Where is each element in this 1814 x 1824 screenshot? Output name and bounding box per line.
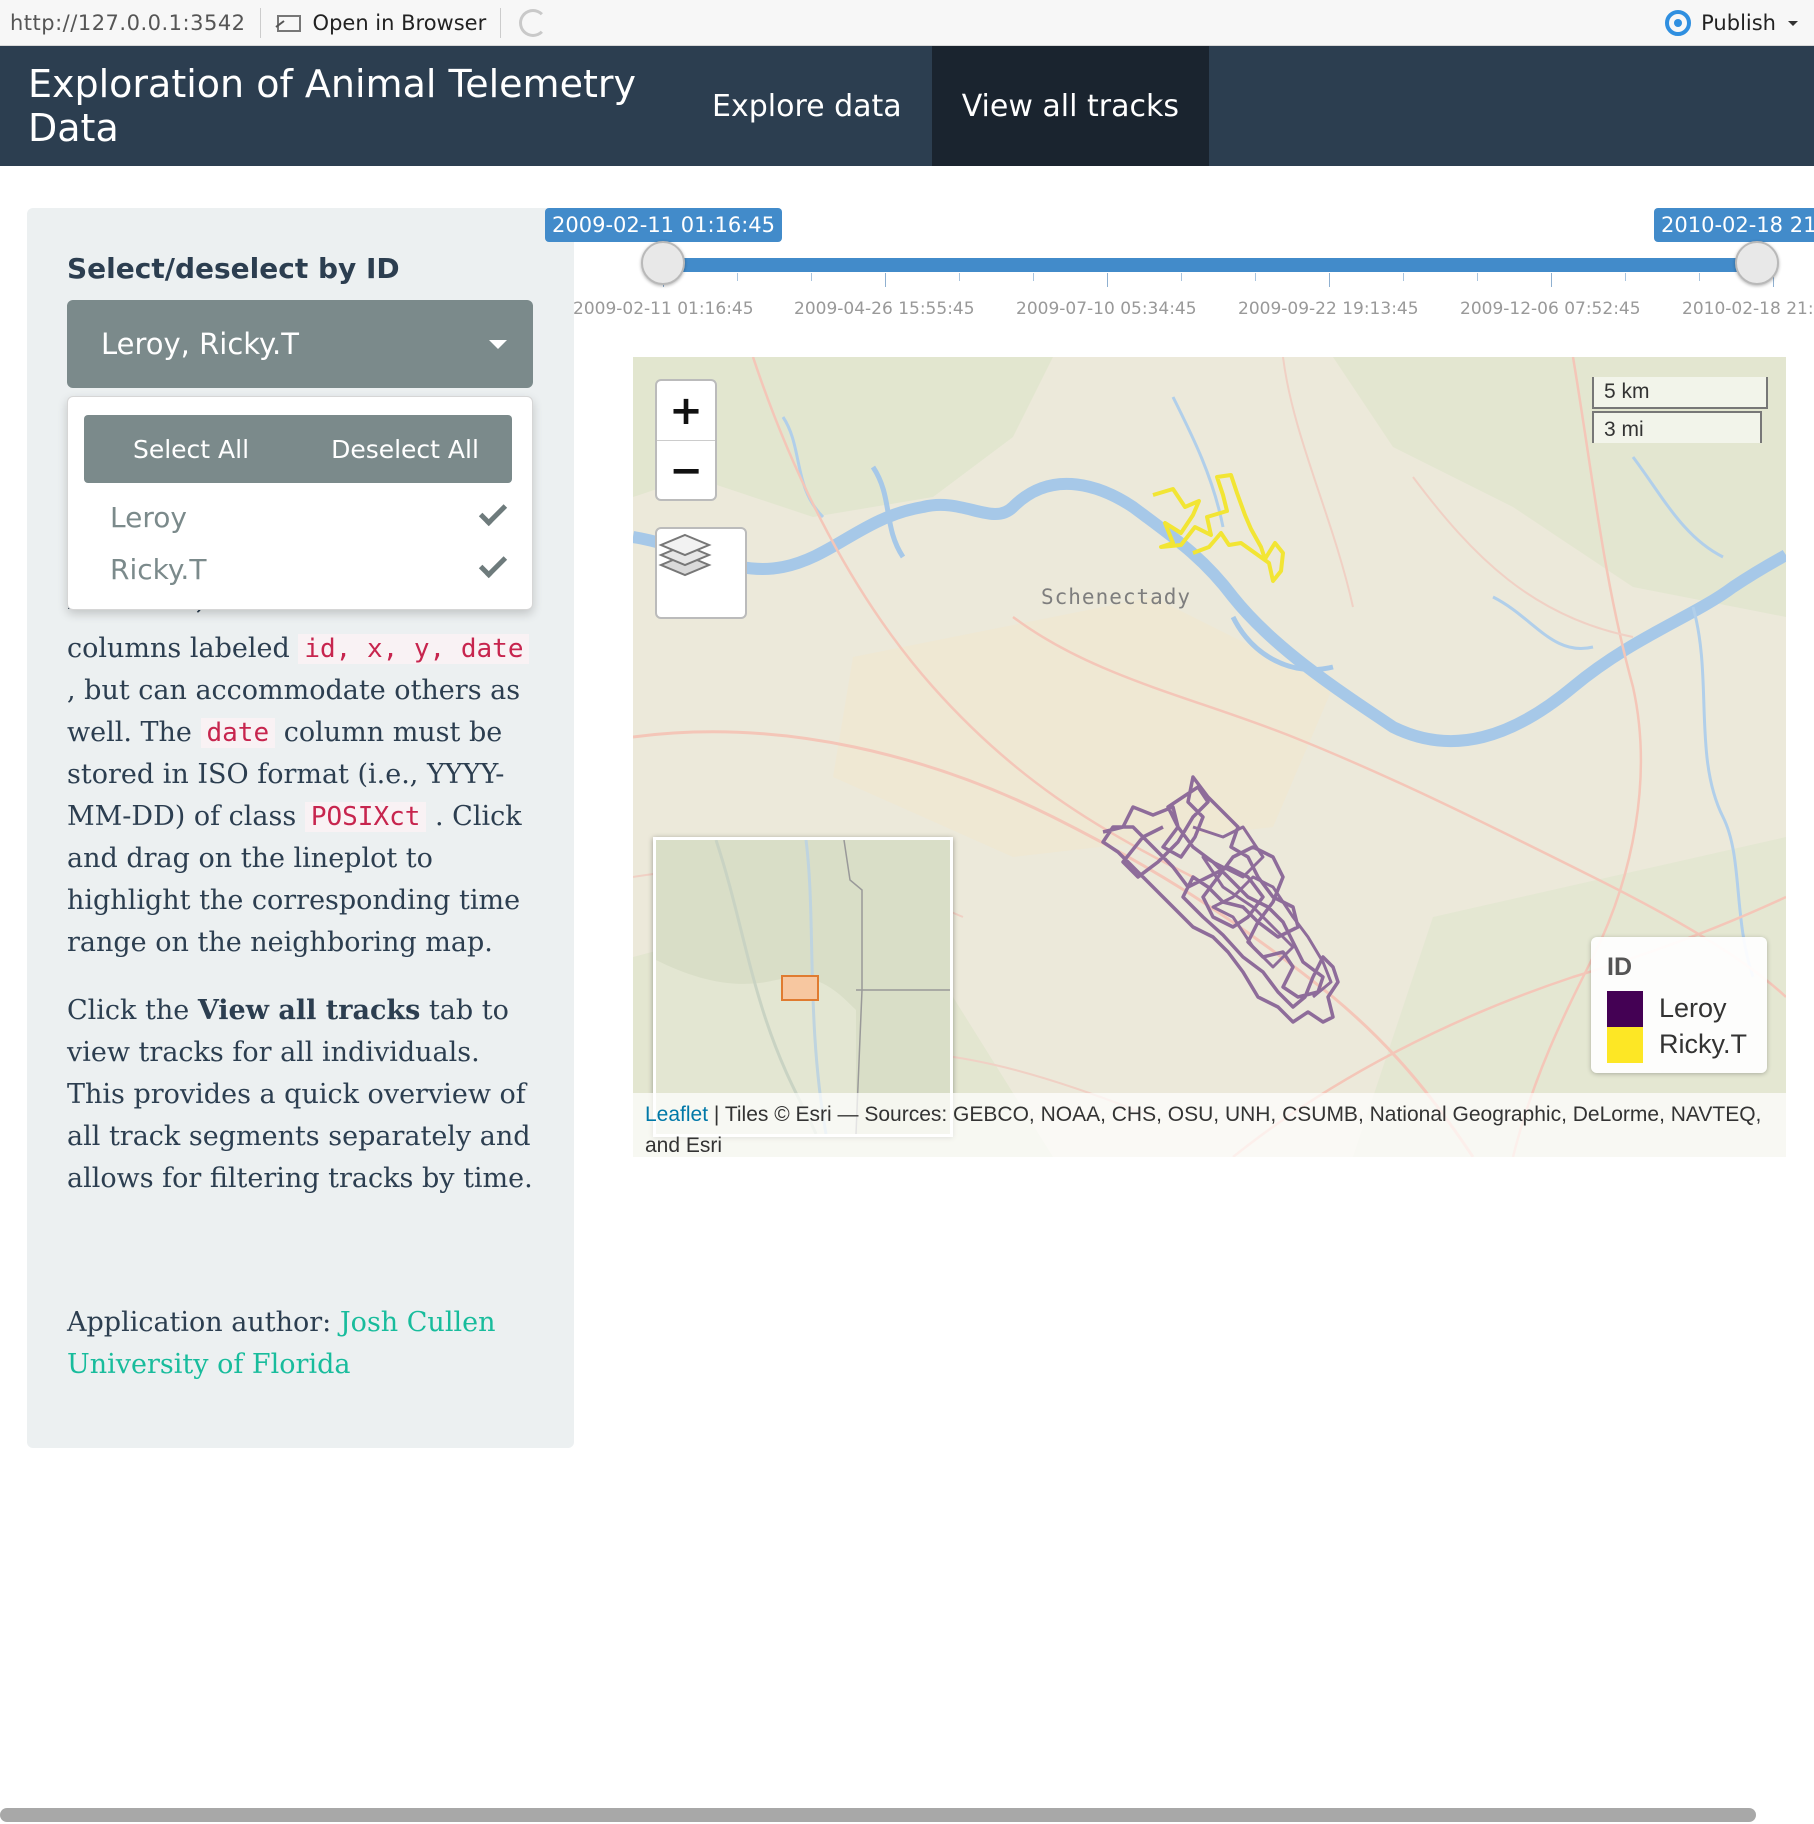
legend-label-ricky-t: Ricky.T: [1659, 1029, 1747, 1059]
select-id-label: Select/deselect by ID: [67, 252, 400, 285]
legend-swatch-ricky-t: [1607, 1027, 1643, 1063]
description-text: Click the: [67, 995, 190, 1026]
slider-major-tick: [1107, 273, 1108, 287]
option-label: Leroy: [110, 501, 187, 534]
city-label: Schenectady: [1041, 585, 1192, 609]
publish-button[interactable]: Publish: [1665, 9, 1800, 36]
slider-major-tick: [1329, 273, 1330, 287]
publish-label: Publish: [1701, 10, 1776, 35]
slider-minor-tick: [811, 273, 812, 281]
slider-major-tick: [1551, 273, 1552, 287]
slider-to-label: 2010-02-18 21:: [1654, 208, 1814, 242]
tick-label: 2009-02-11 01:16:45: [573, 299, 754, 319]
tab-view-all-tracks[interactable]: View all tracks: [931, 46, 1209, 166]
slider-major-tick: [885, 273, 886, 287]
app-title: Exploration of Animal Telemetry Data: [28, 62, 636, 150]
navbar: Exploration of Animal Telemetry Data Exp…: [0, 46, 1814, 166]
slider-from-label: 2009-02-11 01:16:45: [545, 208, 783, 242]
divider: [259, 7, 261, 38]
sidebar-panel: Select/deselect by ID Leroy, Ricky.T Sel…: [27, 208, 574, 1448]
publish-icon: [1665, 9, 1692, 36]
layers-control-button[interactable]: [655, 527, 747, 619]
minimap-tiles: [656, 840, 950, 1134]
scale-bar: 5 km 3 mi: [1592, 377, 1768, 443]
zoom-control: + −: [655, 379, 717, 501]
minimap[interactable]: [653, 837, 953, 1137]
tick-label: 2009-09-22 19:13:45: [1238, 299, 1419, 319]
open-in-browser-label: Open in Browser: [312, 10, 487, 35]
code-columns: id, x, y, date: [298, 634, 530, 664]
legend-label-leroy: Leroy: [1659, 993, 1727, 1023]
chevron-down-icon: [1788, 20, 1798, 26]
select-all-button[interactable]: Select All: [84, 415, 298, 483]
author-label: Application author:: [67, 1307, 332, 1338]
tab-explore-data[interactable]: Explore data: [682, 46, 932, 166]
select-actions: Select All Deselect All: [84, 415, 512, 483]
option-ricky-t[interactable]: Ricky.T: [68, 549, 532, 595]
author-org-link[interactable]: University of Florida: [67, 1349, 350, 1380]
slider-minor-tick: [1181, 273, 1182, 281]
scale-mi: 3 mi: [1592, 411, 1762, 443]
option-leroy[interactable]: Leroy: [68, 497, 532, 543]
slider-minor-tick: [1477, 273, 1478, 281]
legend-swatch-leroy: [1607, 991, 1643, 1027]
id-picker[interactable]: Leroy, Ricky.T: [67, 300, 533, 388]
open-window-icon: [274, 14, 301, 32]
tiles-attribution: | Tiles © Esri — Sources: GEBCO, NOAA, C…: [645, 1103, 1762, 1157]
layers-icon: [658, 533, 712, 577]
check-icon: [478, 497, 508, 527]
slider-track[interactable]: [655, 258, 1765, 272]
caret-down-icon: [489, 340, 507, 349]
check-icon: [478, 549, 508, 579]
divider: [500, 7, 502, 38]
slider-handle-to[interactable]: [1735, 241, 1779, 285]
slider-minor-tick: [737, 273, 738, 281]
refresh-icon[interactable]: [519, 8, 548, 37]
slider-minor-tick: [1699, 273, 1700, 281]
slider-minor-tick: [959, 273, 960, 281]
tick-label: 2009-04-26 15:55:45: [794, 299, 975, 319]
view-all-tracks-mention: View all tracks: [197, 995, 421, 1026]
description-paragraph-1: columns labeled id, x, y, date , but can…: [67, 628, 537, 964]
code-date: date: [200, 718, 276, 748]
picker-value: Leroy, Ricky.T: [101, 327, 299, 361]
tick-label: 2009-12-06 07:52:45: [1460, 299, 1641, 319]
scale-km: 5 km: [1592, 377, 1768, 409]
map-attribution: Leaflet | Tiles © Esri — Sources: GEBCO,…: [633, 1093, 1786, 1157]
deselect-all-button[interactable]: Deselect All: [298, 415, 512, 483]
slider-minor-tick: [1255, 273, 1256, 281]
leaflet-link[interactable]: Leaflet: [645, 1103, 708, 1126]
date-range-slider: 2009-02-11 01:16:45 2010-02-18 21: 2009-…: [545, 205, 1814, 325]
tick-label: 2010-02-18 21:2: [1682, 299, 1814, 319]
author-name-link[interactable]: Josh Cullen: [340, 1307, 496, 1338]
legend: ID Leroy Ricky.T: [1591, 937, 1767, 1073]
slider-handle-from[interactable]: [641, 241, 685, 285]
open-in-browser-button[interactable]: Open in Browser: [274, 10, 487, 35]
leaflet-map[interactable]: Schenectady + − 5 km 3 mi ID Leroy Ricky: [633, 357, 1786, 1157]
horizontal-scrollbar[interactable]: [0, 1808, 1756, 1822]
zoom-in-button[interactable]: +: [657, 381, 715, 441]
description-paragraph-2: Click the View all tracks tab to view tr…: [67, 990, 537, 1200]
id-dropdown-menu: Select All Deselect All Leroy Ricky.T: [67, 396, 533, 610]
slider-minor-tick: [1403, 273, 1404, 281]
tick-label: 2009-07-10 05:34:45: [1016, 299, 1197, 319]
url-text[interactable]: http://127.0.0.1:3542: [0, 11, 246, 35]
code-posixct: POSIXct: [304, 802, 427, 832]
author-line: Application author: Josh Cullen Universi…: [67, 1302, 537, 1386]
legend-title: ID: [1607, 953, 1632, 981]
slider-minor-tick: [1625, 273, 1626, 281]
browser-toolbar: http://127.0.0.1:3542 Open in Browser Pu…: [0, 0, 1814, 46]
zoom-out-button[interactable]: −: [657, 441, 715, 501]
slider-minor-tick: [1033, 273, 1034, 281]
option-label: Ricky.T: [110, 553, 207, 586]
description-text: columns labeled: [67, 633, 290, 664]
